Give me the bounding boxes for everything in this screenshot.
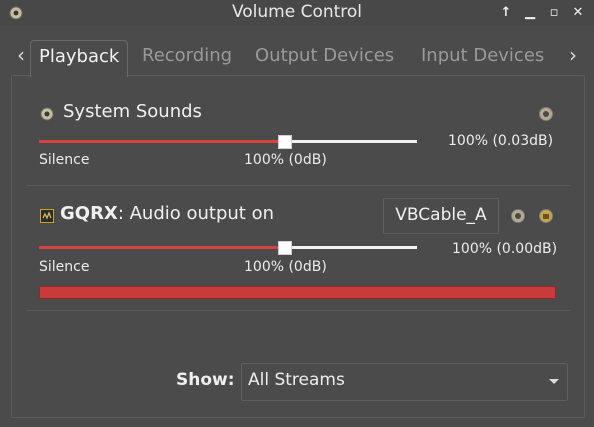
volume-slider-handle[interactable] (278, 135, 292, 149)
scale-mark-label: 100% (0dB) (244, 152, 327, 168)
output-device-button[interactable]: VBCable_A (383, 198, 499, 234)
chevron-down-icon (549, 379, 559, 384)
show-filter-value: All Streams (248, 370, 345, 390)
volume-track (285, 246, 417, 249)
stream-name: System Sounds (63, 101, 202, 122)
stream-separator (26, 310, 570, 311)
app-icon (40, 209, 54, 223)
tab-bar: ‹ Playback Recording Output Devices Inpu… (0, 36, 594, 77)
close-button[interactable]: ✕ (570, 4, 586, 22)
volume-fill (39, 246, 285, 249)
tab-input-devices[interactable]: Input Devices (421, 40, 544, 76)
stream-description: : Audio output on (117, 203, 275, 224)
scale-mark-label: 100% (0dB) (244, 259, 327, 275)
lock-channels-icon[interactable] (539, 209, 553, 223)
playback-panel: System Sounds 100% (0.03dB) Silence 100%… (11, 75, 585, 418)
volume-readout: 100% (0.03dB) (448, 133, 554, 149)
maximize-button[interactable]: ▫ (546, 4, 562, 22)
tab-playback[interactable]: Playback (30, 40, 129, 77)
show-label: Show: (176, 370, 235, 390)
mute-icon[interactable] (539, 107, 553, 121)
mute-icon[interactable] (511, 209, 525, 223)
tab-recording[interactable]: Recording (142, 40, 232, 76)
volume-track (285, 140, 417, 143)
volume-fill (39, 140, 285, 143)
show-filter-dropdown[interactable]: All Streams (241, 363, 568, 401)
peak-level-meter (39, 286, 556, 299)
volume-slider[interactable] (39, 135, 419, 149)
tab-output-devices[interactable]: Output Devices (255, 40, 394, 76)
keep-above-button[interactable]: ↑ (498, 4, 514, 22)
speaker-icon (40, 107, 54, 121)
title-bar: Volume Control ↑ ▁ ▫ ✕ (0, 0, 594, 26)
volume-slider[interactable] (39, 241, 419, 255)
stream-separator (26, 185, 570, 186)
volume-readout: 100% (0.00dB) (452, 241, 558, 257)
tab-scroll-left-icon[interactable]: ‹ (14, 44, 28, 66)
minimize-button[interactable]: ▁ (522, 4, 538, 22)
stream-app-name: GQRX (60, 203, 118, 224)
tab-scroll-right-icon[interactable]: › (566, 44, 580, 66)
scale-min-label: Silence (39, 259, 90, 275)
stream-name: GQRX: Audio output on (60, 203, 274, 224)
volume-slider-handle[interactable] (278, 241, 292, 255)
scale-min-label: Silence (39, 152, 90, 168)
